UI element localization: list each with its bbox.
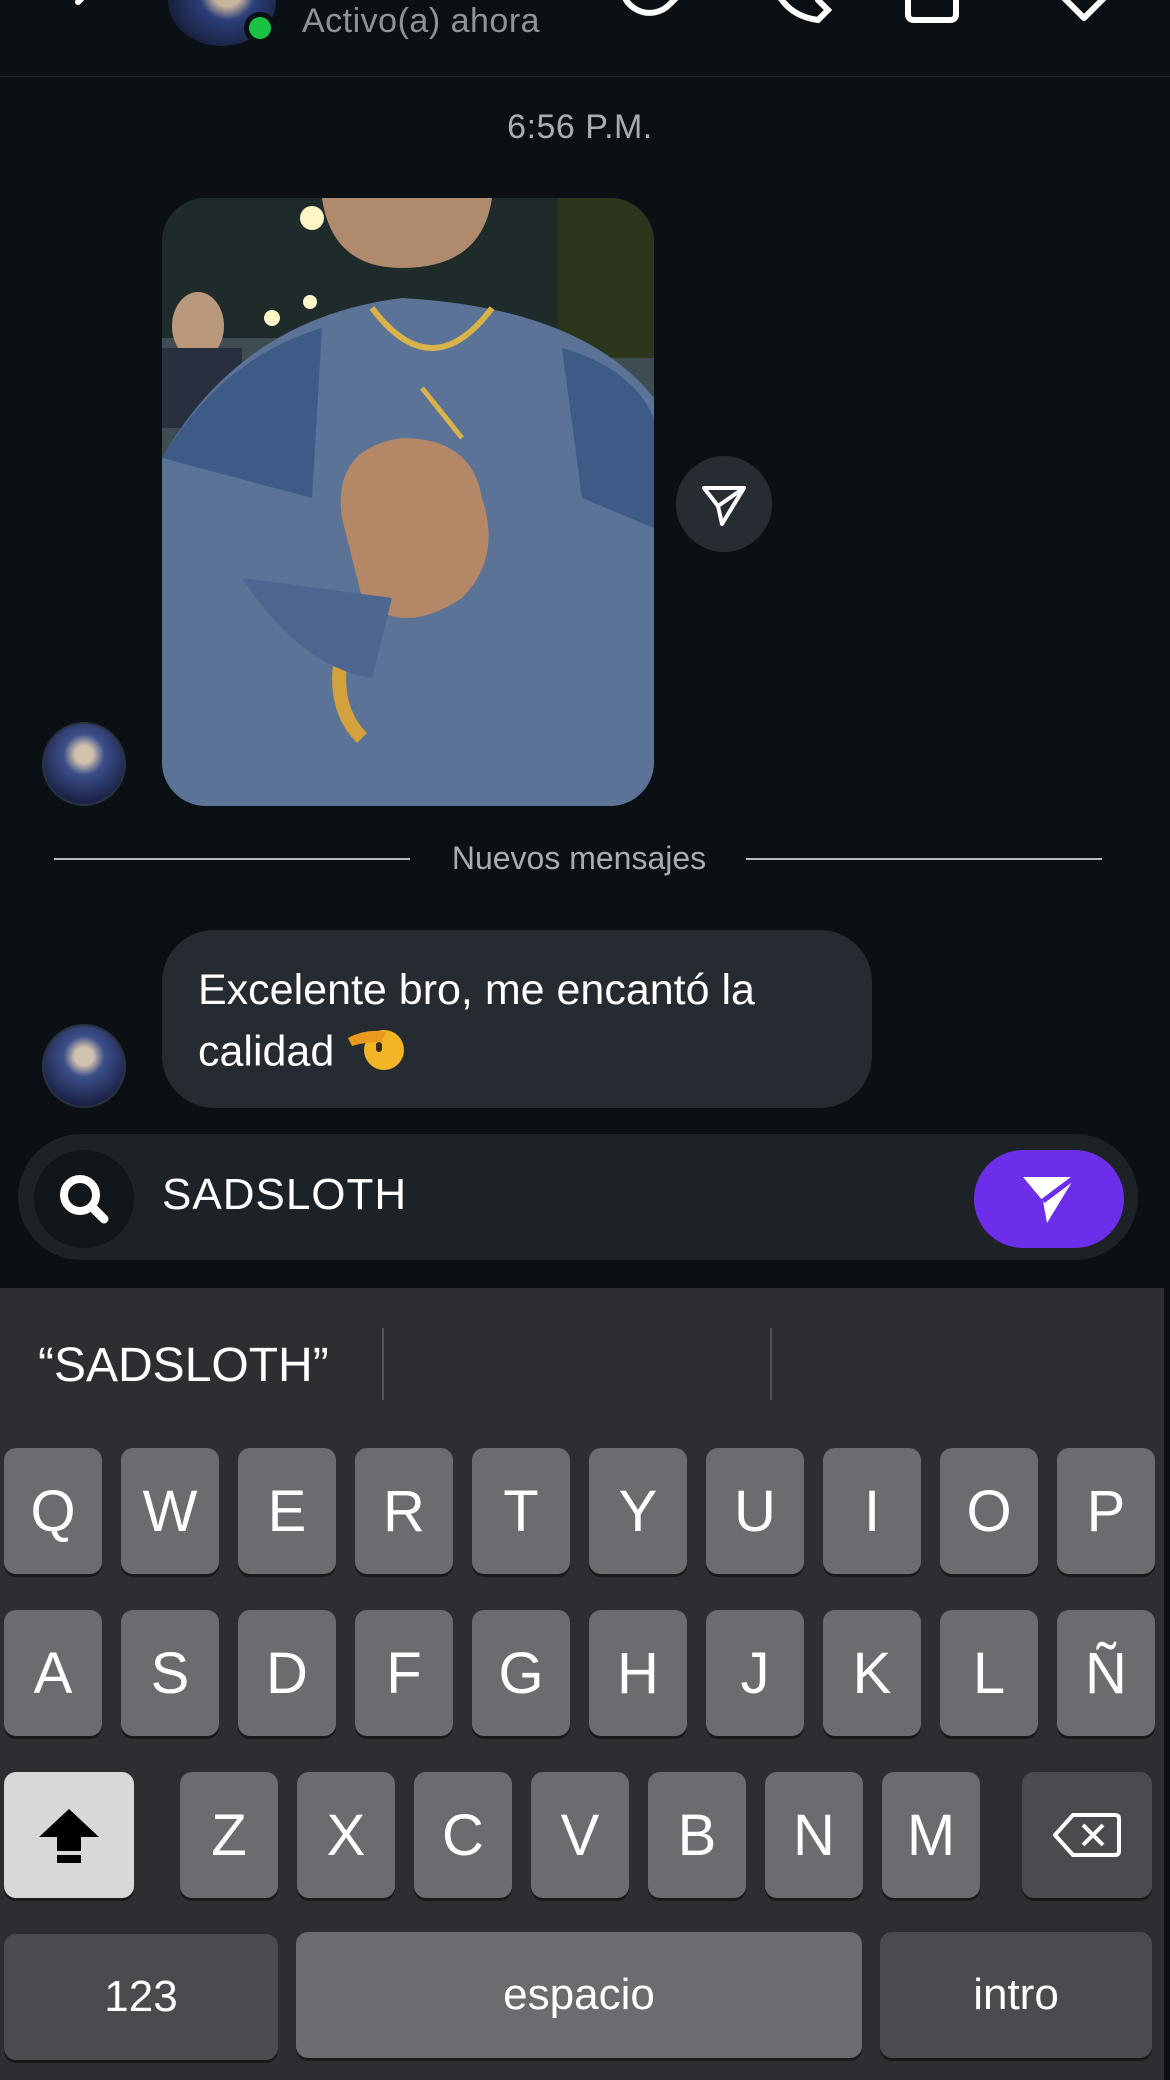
key-v[interactable]: V	[531, 1772, 629, 1898]
key-y[interactable]: Y	[589, 1448, 687, 1574]
phone-icon[interactable]	[768, 0, 840, 26]
share-button[interactable]	[676, 456, 772, 552]
key-o[interactable]: O	[940, 1448, 1038, 1574]
key-p[interactable]: P	[1057, 1448, 1155, 1574]
back-icon[interactable]	[70, 0, 110, 30]
key-g[interactable]: G	[472, 1610, 570, 1736]
key-f[interactable]: F	[355, 1610, 453, 1736]
sender-avatar[interactable]	[42, 1024, 126, 1108]
key-e[interactable]: E	[238, 1448, 336, 1574]
shift-key[interactable]	[4, 1772, 134, 1898]
search-button[interactable]	[34, 1150, 134, 1248]
message-input[interactable]: SADSLOTH	[162, 1170, 407, 1220]
key-x[interactable]: X	[297, 1772, 395, 1898]
photo-image	[162, 198, 654, 806]
salute-emoji-icon	[348, 1030, 405, 1070]
message-text: Excelente bro, me encantó la calidad	[198, 966, 755, 1076]
send-icon	[702, 486, 746, 526]
send-button[interactable]	[974, 1150, 1124, 1248]
message-timestamp: 6:56 P.M.	[507, 108, 653, 146]
divider-line-right	[746, 858, 1102, 860]
key-i[interactable]: I	[823, 1448, 921, 1574]
sticker-icon[interactable]	[614, 0, 686, 26]
key-b[interactable]: B	[648, 1772, 746, 1898]
key-l[interactable]: L	[940, 1610, 1038, 1736]
video-icon[interactable]	[900, 0, 972, 26]
key-q[interactable]: Q	[4, 1448, 102, 1574]
key-n[interactable]: N	[765, 1772, 863, 1898]
contact-status: Activo(a) ahora	[302, 2, 541, 40]
send-icon	[1023, 1175, 1077, 1223]
key-ñ[interactable]: Ñ	[1057, 1610, 1155, 1736]
suggestion-separator	[382, 1328, 384, 1400]
key-j[interactable]: J	[706, 1610, 804, 1736]
key-c[interactable]: C	[414, 1772, 512, 1898]
key-h[interactable]: H	[589, 1610, 687, 1736]
key-d[interactable]: D	[238, 1610, 336, 1736]
key-r[interactable]: R	[355, 1448, 453, 1574]
return-key[interactable]: intro	[880, 1932, 1152, 2058]
backspace-key[interactable]	[1022, 1772, 1152, 1898]
key-z[interactable]: Z	[180, 1772, 278, 1898]
key-k[interactable]: K	[823, 1610, 921, 1736]
backspace-icon	[1053, 1813, 1121, 1857]
photo-message[interactable]	[162, 198, 654, 806]
key-s[interactable]: S	[121, 1610, 219, 1736]
emoji	[346, 1020, 406, 1088]
space-key[interactable]: espacio	[296, 1932, 862, 2058]
sender-avatar[interactable]	[42, 722, 126, 806]
online-indicator	[244, 12, 276, 44]
key-u[interactable]: U	[706, 1448, 804, 1574]
search-icon	[60, 1175, 109, 1224]
key-w[interactable]: W	[121, 1448, 219, 1574]
key-m[interactable]: M	[882, 1772, 980, 1898]
suggestion-separator	[770, 1328, 772, 1400]
numbers-key[interactable]: 123	[4, 1934, 278, 2060]
tag-icon[interactable]	[1050, 0, 1122, 26]
predictive-suggestion[interactable]: “SADSLOTH”	[38, 1338, 329, 1393]
key-t[interactable]: T	[472, 1448, 570, 1574]
message-bubble[interactable]: Excelente bro, me encantó la calidad	[162, 930, 872, 1108]
shift-arrow-icon	[39, 1809, 99, 1863]
key-a[interactable]: A	[4, 1610, 102, 1736]
